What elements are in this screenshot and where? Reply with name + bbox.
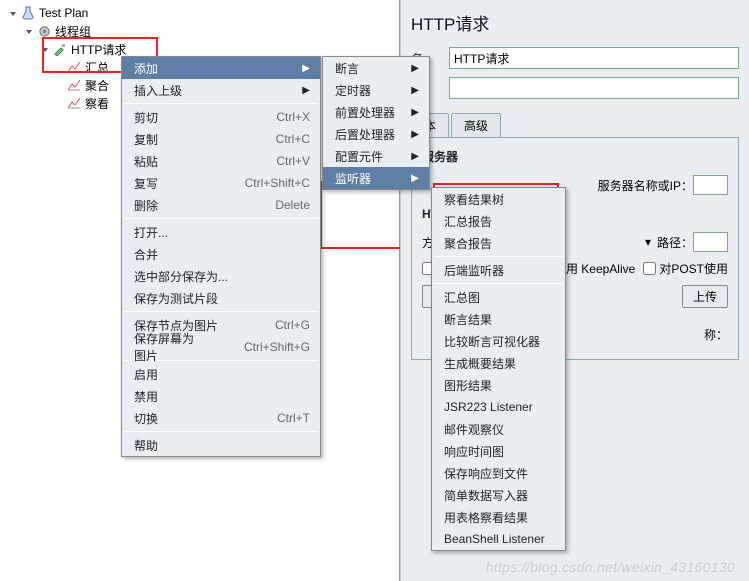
submenu-listener[interactable]: 监听器▶	[323, 167, 429, 189]
menu-separator	[434, 283, 563, 284]
listener-backend[interactable]: 后端监听器	[432, 259, 565, 281]
chart-icon	[66, 95, 82, 111]
listener-aggregate-report[interactable]: 聚合报告	[432, 232, 565, 254]
menu-duplicate[interactable]: 复写Ctrl+Shift+C	[122, 172, 320, 194]
listener-save-responses[interactable]: 保存响应到文件	[432, 462, 565, 484]
tree-label: 察看	[85, 95, 109, 112]
listener-graph-results[interactable]: 图形结果	[432, 374, 565, 396]
tab-advanced[interactable]: 高级	[451, 113, 501, 138]
gear-icon	[36, 23, 52, 39]
menu-save-screen-image[interactable]: 保存屏幕为图片Ctrl+Shift+G	[122, 336, 320, 358]
listener-compare-assertion[interactable]: 比较断言可视化器	[432, 330, 565, 352]
menu-separator	[124, 311, 318, 312]
submenu-assertion[interactable]: 断言▶	[323, 57, 429, 79]
submenu-postprocessor[interactable]: 后置处理器▶	[323, 123, 429, 145]
path-input[interactable]	[693, 232, 728, 252]
listener-jsr223[interactable]: JSR223 Listener	[432, 396, 565, 418]
chart-icon	[66, 77, 82, 93]
submenu-preprocessor[interactable]: 前置处理器▶	[323, 101, 429, 123]
listener-response-time-graph[interactable]: 响应时间图	[432, 440, 565, 462]
submenu-timer[interactable]: 定时器▶	[323, 79, 429, 101]
menu-toggle[interactable]: 切换Ctrl+T	[122, 407, 320, 429]
section-name-label: 称：	[704, 326, 728, 343]
submenu-config-element[interactable]: 配置元件▶	[323, 145, 429, 167]
menu-save-selection[interactable]: 选中部分保存为...	[122, 265, 320, 287]
menu-separator	[124, 218, 318, 219]
submenu-add: 断言▶ 定时器▶ 前置处理器▶ 后置处理器▶ 配置元件▶ 监听器▶	[322, 56, 430, 190]
collapse-arrow-icon[interactable]	[8, 8, 18, 18]
server-name-label: 服务器名称或IP：	[598, 177, 693, 194]
menu-separator	[434, 256, 563, 257]
chart-icon	[66, 59, 82, 75]
submenu-arrow-icon: ▶	[411, 173, 419, 184]
server-name-input[interactable]	[693, 175, 728, 195]
submenu-arrow-icon: ▶	[411, 85, 419, 96]
tree-label: Test Plan	[39, 6, 88, 20]
menu-merge[interactable]: 合并	[122, 243, 320, 265]
chevron-down-icon[interactable]: ▾	[645, 235, 651, 249]
collapse-arrow-icon[interactable]	[24, 26, 34, 36]
listener-assertion-results[interactable]: 断言结果	[432, 308, 565, 330]
menu-copy[interactable]: 复制Ctrl+C	[122, 128, 320, 150]
menu-open[interactable]: 打开...	[122, 221, 320, 243]
listener-summary-graph[interactable]: 汇总图	[432, 286, 565, 308]
name-input[interactable]	[449, 47, 739, 69]
menu-separator	[124, 103, 318, 104]
tree-label: 汇总	[85, 59, 109, 76]
menu-paste[interactable]: 粘贴Ctrl+V	[122, 150, 320, 172]
comment-input[interactable]	[449, 77, 739, 99]
page-title: HTTP请求	[411, 10, 739, 35]
context-menu: 添加▶ 插入上级▶ 剪切Ctrl+X 复制Ctrl+C 粘贴Ctrl+V 复写C…	[121, 56, 321, 457]
listener-table-results[interactable]: 用表格察看结果	[432, 506, 565, 528]
menu-add[interactable]: 添加▶	[122, 57, 320, 79]
listener-generate-summary[interactable]: 生成概要结果	[432, 352, 565, 374]
submenu-arrow-icon: ▶	[411, 63, 419, 74]
submenu-arrow-icon: ▶	[411, 151, 419, 162]
submenu-arrow-icon: ▶	[302, 85, 310, 96]
tree-node-threadgroup[interactable]: 线程组	[8, 22, 399, 40]
menu-delete[interactable]: 删除Delete	[122, 194, 320, 216]
server-section-header: 服务器	[422, 148, 728, 165]
flask-icon	[20, 5, 36, 21]
submenu-arrow-icon: ▶	[302, 63, 310, 74]
tree-label: HTTP请求	[71, 41, 126, 58]
path-label: 路径：	[657, 234, 693, 251]
menu-help[interactable]: 帮助	[122, 434, 320, 456]
collapse-arrow-icon[interactable]	[40, 44, 50, 54]
menu-cut[interactable]: 剪切Ctrl+X	[122, 106, 320, 128]
menu-save-fragment[interactable]: 保存为测试片段	[122, 287, 320, 309]
tree-label: 聚合	[85, 77, 109, 94]
submenu-arrow-icon: ▶	[411, 129, 419, 140]
keepalive-label: 使用 KeepAlive	[554, 260, 635, 277]
listener-beanshell[interactable]: BeanShell Listener	[432, 528, 565, 550]
menu-separator	[124, 431, 318, 432]
tree-label: 线程组	[55, 23, 91, 40]
submenu-arrow-icon: ▶	[411, 107, 419, 118]
listener-mail-observer[interactable]: 邮件观察仪	[432, 418, 565, 440]
submenu-listener-list: 察看结果树 汇总报告 聚合报告 后端监听器 汇总图 断言结果 比较断言可视化器 …	[431, 187, 566, 551]
menu-insert-parent[interactable]: 插入上级▶	[122, 79, 320, 101]
dropper-icon	[52, 41, 68, 57]
post-use-checkbox[interactable]	[643, 262, 656, 275]
menu-enable[interactable]: 启用	[122, 363, 320, 385]
tree-node-testplan[interactable]: Test Plan	[8, 4, 399, 22]
listener-summary-report[interactable]: 汇总报告	[432, 210, 565, 232]
listener-simple-data[interactable]: 简单数据写入器	[432, 484, 565, 506]
listener-view-results-tree[interactable]: 察看结果树	[432, 188, 565, 210]
upload-button[interactable]: 上传	[682, 285, 728, 308]
menu-disable[interactable]: 禁用	[122, 385, 320, 407]
post-use-label: 对POST使用	[659, 260, 728, 277]
